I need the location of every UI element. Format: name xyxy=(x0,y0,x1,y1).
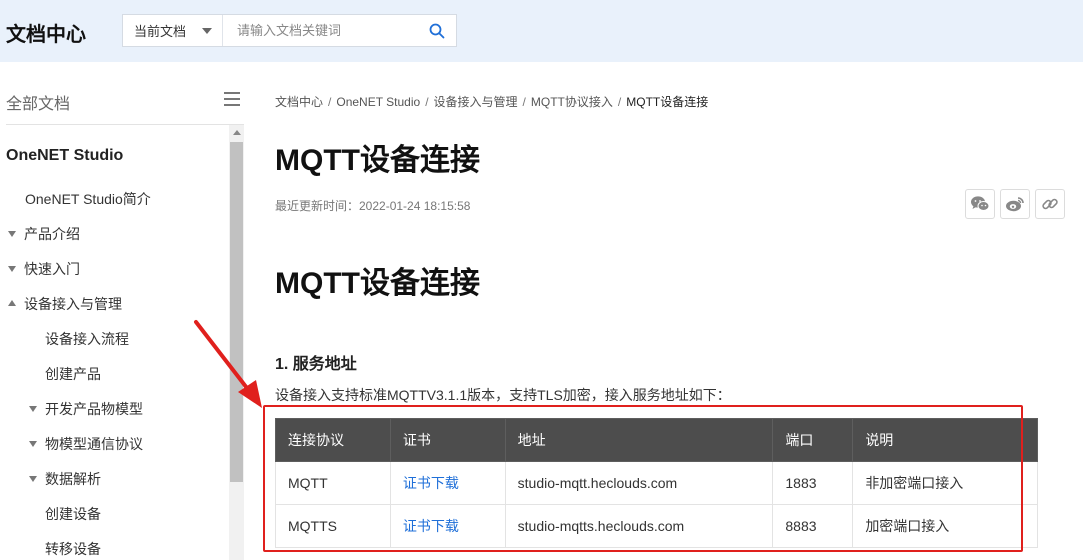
sidebar-item-quick-start[interactable]: 快速入门 xyxy=(8,259,80,279)
sidebar-item-thing-model[interactable]: 开发产品物模型 xyxy=(29,399,143,419)
breadcrumb: 文档中心 / OneNET Studio / 设备接入与管理 / MQTT协议接入 / MQTT… xyxy=(275,95,709,109)
share-weibo-button[interactable] xyxy=(1000,189,1030,219)
cert-download-link[interactable]: 证书下载 xyxy=(389,461,506,505)
last-updated: 最近更新时间：2022-01-24 18:15:58 xyxy=(275,199,471,213)
protocol-cell: MQTTS xyxy=(275,504,391,548)
search-bar: 当前文档 xyxy=(122,14,457,47)
column-header: 端口 xyxy=(772,418,854,462)
expand-arrow-icon xyxy=(29,406,37,413)
address-cell: studio-mqtt.heclouds.com xyxy=(504,461,774,505)
search-button[interactable] xyxy=(418,15,456,46)
breadcrumb-item[interactable]: 文档中心 xyxy=(275,95,323,109)
column-header: 证书 xyxy=(389,418,506,462)
cert-download-link[interactable]: 证书下载 xyxy=(389,504,506,548)
sidebar-item-access-flow[interactable]: 设备接入流程 xyxy=(45,329,129,349)
column-header: 说明 xyxy=(852,418,1038,462)
breadcrumb-current: MQTT设备连接 xyxy=(626,95,709,109)
sidebar-title: 全部文档 xyxy=(6,96,71,113)
link-icon xyxy=(1042,198,1058,210)
weibo-icon xyxy=(1006,197,1024,212)
scope-dropdown[interactable]: 当前文档 xyxy=(123,15,223,46)
wechat-icon xyxy=(971,196,990,211)
table-header-row: 连接协议 证书 地址 端口 说明 xyxy=(275,418,1038,462)
sidebar-item-data-parsing[interactable]: 数据解析 xyxy=(29,469,101,489)
caret-down-icon xyxy=(202,28,212,34)
intro-paragraph: 设备接入支持标准MQTTV3.1.1版本，支持TLS加密，接入服务地址如下： xyxy=(275,387,731,403)
description-cell: 加密端口接入 xyxy=(852,504,1038,548)
breadcrumb-item[interactable]: OneNET Studio xyxy=(336,95,420,109)
expand-arrow-icon xyxy=(8,266,16,273)
sidebar-item-intro[interactable]: OneNET Studio简介 xyxy=(25,189,151,209)
table-row: MQTT 证书下载 studio-mqtt.heclouds.com 1883 … xyxy=(275,461,1038,505)
port-cell: 1883 xyxy=(772,461,854,505)
collapse-arrow-icon xyxy=(8,300,16,307)
page-title: MQTT设备连接 xyxy=(275,144,480,177)
breadcrumb-item[interactable]: 设备接入与管理 xyxy=(434,95,518,109)
sidebar-item-create-device[interactable]: 创建设备 xyxy=(45,504,101,524)
expand-arrow-icon xyxy=(29,441,37,448)
share-link-button[interactable] xyxy=(1035,189,1065,219)
sidebar-list: OneNET Studio OneNET Studio简介 产品介绍 快速入门 … xyxy=(0,125,229,560)
sidebar-item-thing-protocol[interactable]: 物模型通信协议 xyxy=(29,434,143,454)
column-header: 连接协议 xyxy=(275,418,391,462)
search-input[interactable] xyxy=(223,15,418,46)
scroll-up-arrow-icon[interactable] xyxy=(233,130,241,135)
breadcrumb-item[interactable]: MQTT协议接入 xyxy=(531,95,613,109)
search-icon xyxy=(429,23,445,38)
protocol-cell: MQTT xyxy=(275,461,391,505)
table-row: MQTTS 证书下载 studio-mqtts.heclouds.com 888… xyxy=(275,504,1038,548)
scrollbar-thumb[interactable] xyxy=(230,142,243,482)
share-wechat-button[interactable] xyxy=(965,189,995,219)
menu-icon[interactable] xyxy=(224,92,240,106)
brand-title[interactable]: 文档中心 xyxy=(6,18,86,47)
address-cell: studio-mqtts.heclouds.com xyxy=(504,504,774,548)
sidebar-item-transfer-device[interactable]: 转移设备 xyxy=(45,539,101,559)
expand-arrow-icon xyxy=(29,476,37,483)
sidebar-item-product-intro[interactable]: 产品介绍 xyxy=(8,224,80,244)
article-heading: MQTT设备连接 xyxy=(275,267,480,300)
section-heading: 1. 服务地址 xyxy=(275,356,357,373)
port-cell: 8883 xyxy=(772,504,854,548)
column-header: 地址 xyxy=(504,418,774,462)
top-header: 文档中心 当前文档 xyxy=(0,0,1083,62)
sidebar-scrollbar[interactable] xyxy=(229,125,244,560)
sidebar: 全部文档 OneNET Studio OneNET Studio简介 产品介绍 … xyxy=(0,62,245,560)
sidebar-item-device-access[interactable]: 设备接入与管理 xyxy=(8,294,122,314)
service-address-table: 连接协议 证书 地址 端口 说明 MQTT 证书下载 studio-mqtt.h… xyxy=(275,418,1038,548)
description-cell: 非加密端口接入 xyxy=(852,461,1038,505)
sidebar-section-onenet-studio[interactable]: OneNET Studio xyxy=(6,147,123,165)
expand-arrow-icon xyxy=(8,231,16,238)
scope-label: 当前文档 xyxy=(134,24,187,39)
sidebar-item-create-product[interactable]: 创建产品 xyxy=(45,364,101,384)
